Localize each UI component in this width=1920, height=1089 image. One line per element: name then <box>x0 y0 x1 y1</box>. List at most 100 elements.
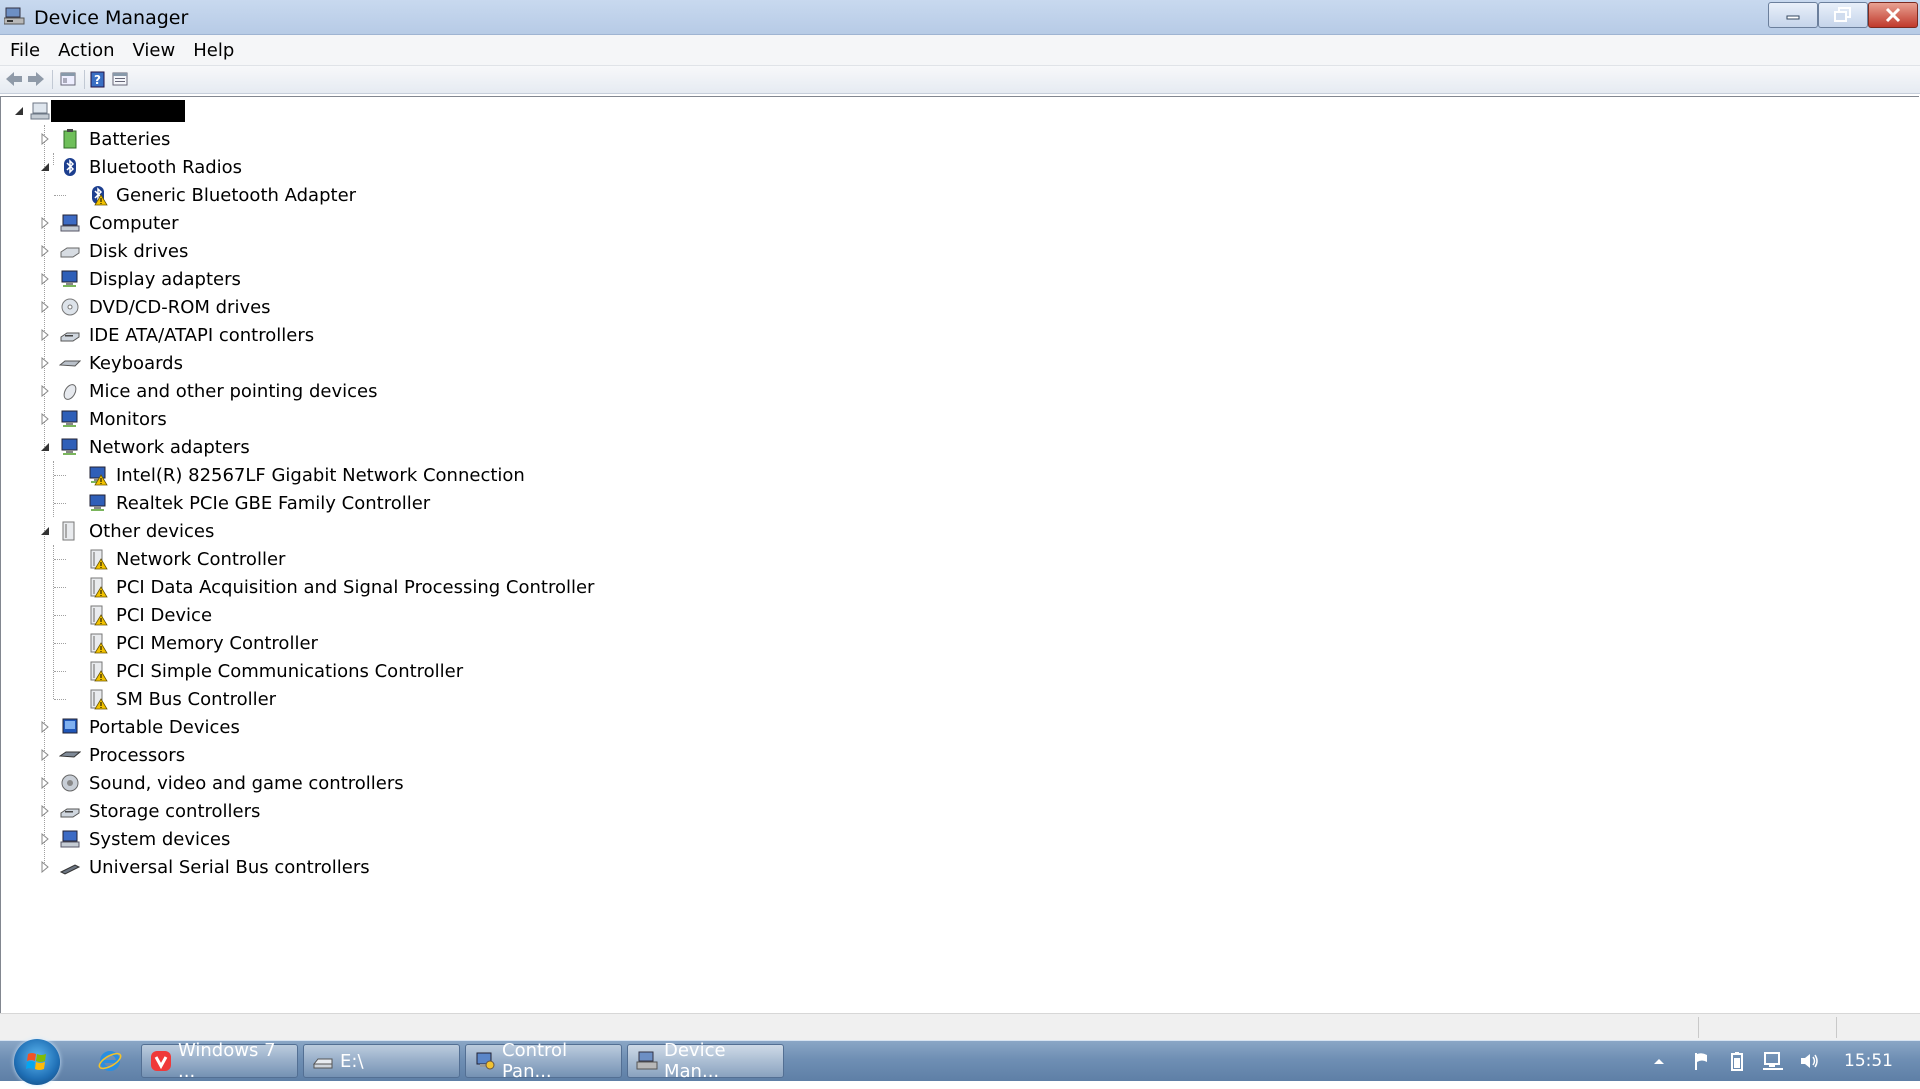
device-network-controller[interactable]: Network Controller <box>1 545 701 573</box>
vivaldi-browser-icon <box>151 1051 171 1071</box>
expand-arrow-icon[interactable] <box>39 805 51 817</box>
device-pci-device[interactable]: PCI Device <box>1 601 701 629</box>
taskbar-item-device-manager[interactable]: Device Man... <box>627 1040 784 1082</box>
battery-icon[interactable] <box>1726 1050 1748 1072</box>
device-pci-data-acquisition-and-signal-processing-controller[interactable]: PCI Data Acquisition and Signal Processi… <box>1 573 701 601</box>
collapse-arrow-icon[interactable] <box>39 525 51 537</box>
volume-icon[interactable] <box>1798 1050 1820 1072</box>
device-realtek-pcie-gbe-family-controller[interactable]: Realtek PCIe GBE Family Controller <box>1 489 701 517</box>
network-adapter-icon <box>61 438 78 455</box>
status-separator <box>1698 1017 1699 1038</box>
category-disk-drives[interactable]: Disk drives <box>1 237 601 265</box>
redacted-computer-name <box>51 100 185 122</box>
tree-root[interactable] <box>1 97 201 125</box>
expand-arrow-icon[interactable] <box>39 721 51 733</box>
expand-arrow-icon[interactable] <box>39 329 51 341</box>
menu-help[interactable]: Help <box>185 40 242 61</box>
category-label: Bluetooth Radios <box>89 156 243 178</box>
device-sm-bus-controller[interactable]: SM Bus Controller <box>1 685 701 713</box>
device-pci-memory-controller[interactable]: PCI Memory Controller <box>1 629 701 657</box>
category-storage-controllers[interactable]: Storage controllers <box>1 797 601 825</box>
expand-arrow-icon[interactable] <box>39 217 51 229</box>
menu-file[interactable]: File <box>2 40 48 61</box>
restore-button[interactable] <box>1818 2 1868 28</box>
category-universal-serial-bus-controllers[interactable]: Universal Serial Bus controllers <box>1 853 601 881</box>
ide-controller-icon <box>60 332 80 342</box>
device-manager-icon <box>636 1051 658 1070</box>
battery-icon <box>63 129 77 149</box>
device-intel-r-82567lf-gigabit-network-connection[interactable]: Intel(R) 82567LF Gigabit Network Connect… <box>1 461 701 489</box>
device-pci-simple-communications-controller[interactable]: PCI Simple Communications Controller <box>1 657 701 685</box>
category-dvd-cd-rom-drives[interactable]: DVD/CD-ROM drives <box>1 293 601 321</box>
minimize-button[interactable] <box>1768 2 1818 28</box>
collapse-arrow-icon[interactable] <box>13 105 25 117</box>
expand-arrow-icon[interactable] <box>39 301 51 313</box>
menu-action[interactable]: Action <box>50 40 122 61</box>
show-hidden-icons-arrow[interactable] <box>1648 1050 1670 1072</box>
category-sound-video-and-game-controllers[interactable]: Sound, video and game controllers <box>1 769 601 797</box>
category-monitors[interactable]: Monitors <box>1 405 601 433</box>
network-icon[interactable] <box>1762 1050 1784 1072</box>
collapse-arrow-icon[interactable] <box>39 441 51 453</box>
close-button[interactable] <box>1868 2 1918 28</box>
network-adapter-warning-icon <box>89 466 108 486</box>
menu-view[interactable]: View <box>125 40 184 61</box>
bluetooth-warning-icon <box>92 186 108 206</box>
action-center-flag-icon[interactable] <box>1690 1050 1712 1072</box>
device-label: PCI Data Acquisition and Signal Processi… <box>116 576 595 598</box>
expand-arrow-icon[interactable] <box>39 245 51 257</box>
title-bar[interactable]: Device Manager <box>0 0 1920 35</box>
help-icon[interactable]: ? <box>88 70 108 88</box>
category-label: Disk drives <box>89 240 189 262</box>
taskbar-item-control-panel[interactable]: Control Pan... <box>465 1040 622 1082</box>
category-batteries[interactable]: Batteries <box>1 125 601 153</box>
category-computer[interactable]: Computer <box>1 209 601 237</box>
expand-arrow-icon[interactable] <box>39 133 51 145</box>
category-ide-ata-atapi-controllers[interactable]: IDE ATA/ATAPI controllers <box>1 321 601 349</box>
forward-arrow-icon[interactable] <box>26 70 46 88</box>
expand-arrow-icon[interactable] <box>39 833 51 845</box>
category-label: Processors <box>89 744 186 766</box>
mouse-icon <box>63 384 77 400</box>
category-label: IDE ATA/ATAPI controllers <box>89 324 315 346</box>
expand-arrow-icon[interactable] <box>39 861 51 873</box>
internet-explorer-icon[interactable] <box>98 1049 122 1073</box>
category-other-devices[interactable]: Other devices <box>1 517 601 545</box>
computer-icon <box>60 214 80 232</box>
clock[interactable]: 15:51 <box>1844 1051 1893 1071</box>
taskbar-item-label: E:\ <box>340 1050 364 1072</box>
category-network-adapters[interactable]: Network adapters <box>1 433 601 461</box>
device-tree[interactable]: Batteries Bluetooth Radios Generic Bluetoo… <box>0 96 1919 1014</box>
expand-arrow-icon[interactable] <box>39 385 51 397</box>
category-display-adapters[interactable]: Display adapters <box>1 265 601 293</box>
expand-arrow-icon[interactable] <box>39 749 51 761</box>
category-label: Computer <box>89 212 179 234</box>
tree-line <box>54 587 66 588</box>
dvd-drive-icon <box>61 298 79 316</box>
expand-arrow-icon[interactable] <box>39 273 51 285</box>
expand-arrow-icon[interactable] <box>39 777 51 789</box>
network-adapter-icon <box>89 494 106 511</box>
taskbar-item-windows7[interactable]: Windows 7 ... <box>141 1040 298 1082</box>
control-panel-icon <box>476 1052 495 1070</box>
category-portable-devices[interactable]: Portable Devices <box>1 713 601 741</box>
category-processors[interactable]: Processors <box>1 741 601 769</box>
expand-arrow-icon[interactable] <box>39 413 51 425</box>
device-label: Realtek PCIe GBE Family Controller <box>116 492 431 514</box>
category-bluetooth-radios[interactable]: Bluetooth Radios <box>1 153 601 181</box>
category-system-devices[interactable]: System devices <box>1 825 601 853</box>
expand-arrow-icon[interactable] <box>39 357 51 369</box>
category-label: Portable Devices <box>89 716 240 738</box>
device-generic-bluetooth-adapter[interactable]: Generic Bluetooth Adapter <box>1 181 701 209</box>
properties-icon[interactable] <box>110 70 130 88</box>
show-hide-console-tree-icon[interactable] <box>58 70 78 88</box>
category-label: Network adapters <box>89 436 250 458</box>
taskbar-item-e-drive[interactable]: E:\ <box>303 1044 460 1078</box>
category-mice-and-other-pointing-devices[interactable]: Mice and other pointing devices <box>1 377 601 405</box>
device-label: Intel(R) 82567LF Gigabit Network Connect… <box>116 464 525 486</box>
collapse-arrow-icon[interactable] <box>39 161 51 173</box>
start-button[interactable] <box>14 1039 60 1085</box>
category-keyboards[interactable]: Keyboards <box>1 349 601 377</box>
back-arrow-icon[interactable] <box>4 70 24 88</box>
tree-line <box>54 503 66 504</box>
